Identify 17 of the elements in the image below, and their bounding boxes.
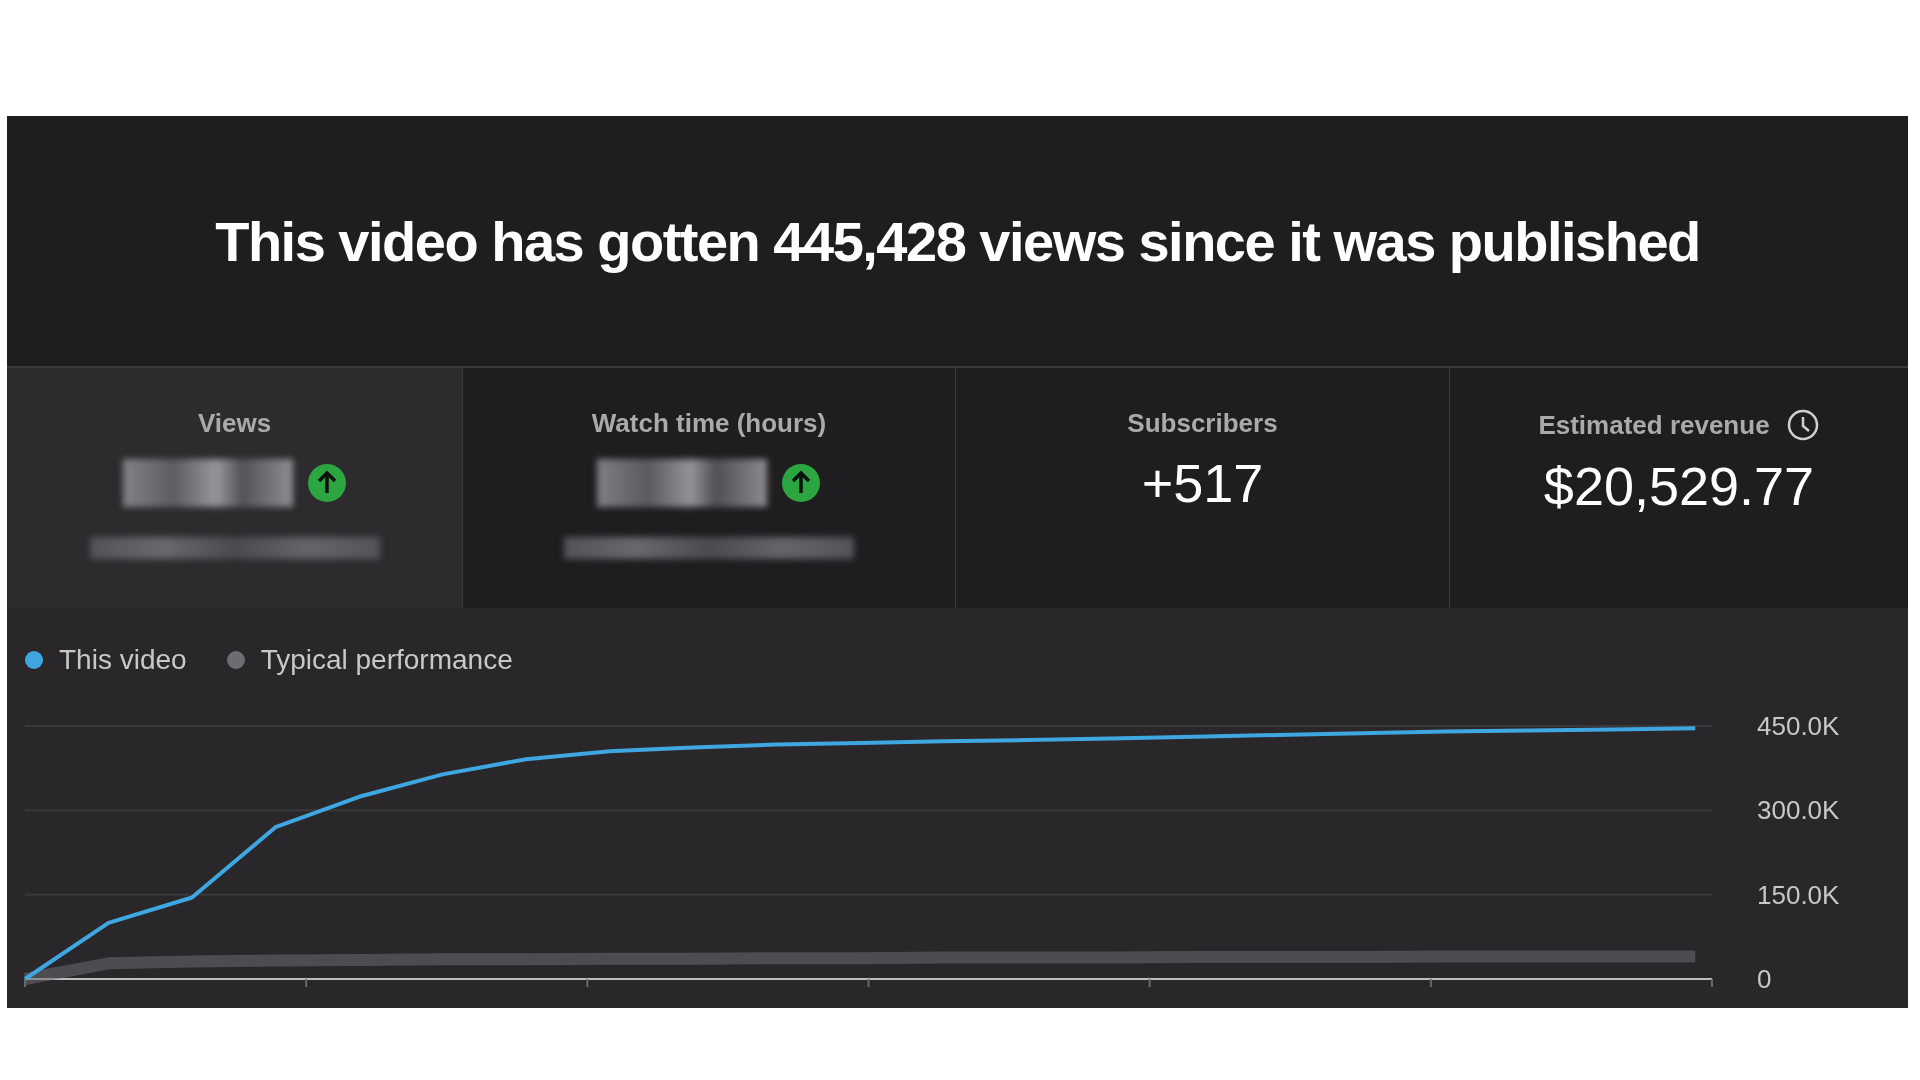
axis-label: 450.0K — [1757, 711, 1840, 741]
axis-label: 300.0K — [1757, 795, 1840, 826]
legend-label: Typical performance — [260, 644, 513, 676]
metric-value: +517 — [1141, 452, 1264, 514]
trend-up-icon — [306, 463, 347, 503]
clock-icon[interactable] — [1785, 408, 1820, 442]
metric-value: $20,529.77 — [1543, 455, 1815, 517]
headline: This video has gotten 445,428 views since it was published — [215, 208, 1700, 274]
metric-label: Views — [197, 408, 272, 439]
axis-label: 150.0K — [1757, 879, 1840, 910]
axis-label: 0 — [1757, 964, 1772, 994]
metric-label: Subscribers — [1127, 408, 1278, 439]
trend-up-icon — [781, 463, 821, 503]
metric-label: Watch time (hours) — [591, 408, 827, 439]
metric-tab[interactable]: Views — [7, 368, 462, 608]
metric-label: Estimated revenue — [1538, 409, 1770, 441]
legend-label: This video — [59, 644, 187, 676]
